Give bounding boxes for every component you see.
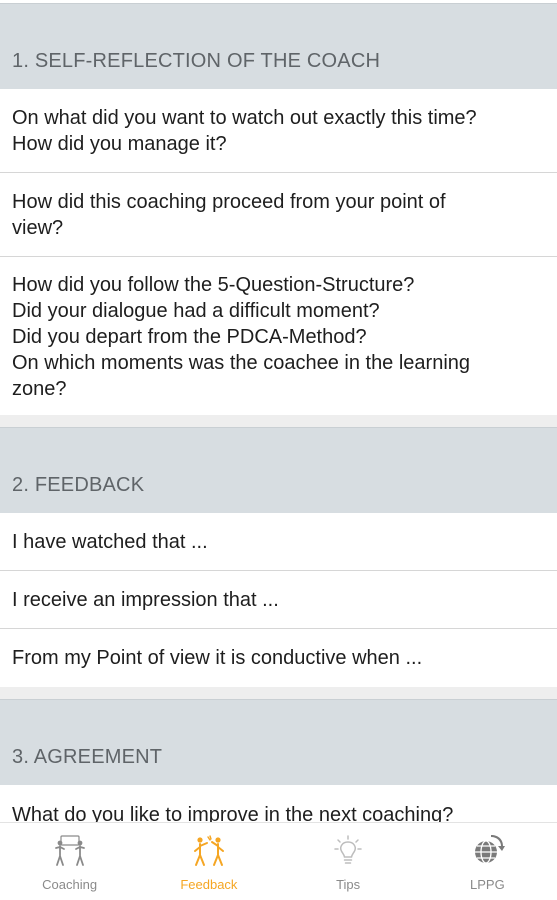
section-header-self-reflection: 1. SELF-REFLECTION OF THE COACH — [0, 3, 557, 89]
nav-label: Coaching — [42, 877, 98, 892]
list-item[interactable]: From my Point of view it is conductive w… — [0, 629, 557, 687]
list-item[interactable]: I receive an impression that ... — [0, 571, 557, 629]
item-text: What do you like to improve in the next … — [12, 804, 454, 822]
item-text: From my Point of view it is conductive w… — [12, 647, 423, 669]
section-title: 2. FEEDBACK — [12, 474, 145, 496]
bottom-navigation: Coaching Feedback Tips LPPG — [0, 822, 557, 900]
section-gap — [0, 687, 557, 699]
list-item[interactable]: What do you like to improve in the next … — [0, 785, 557, 822]
item-text: How did you follow the 5-Question-Struct… — [12, 274, 471, 400]
list-item[interactable]: On what did you want to watch out exactl… — [0, 89, 557, 173]
lightbulb-icon — [334, 835, 362, 864]
coaching-icon — [54, 835, 85, 866]
section-title: 3. AGREEMENT — [12, 746, 163, 768]
nav-item-lppg[interactable]: LPPG — [418, 823, 557, 900]
item-text: On what did you want to watch out exactl… — [12, 106, 477, 155]
app-screen: 1. SELF-REFLECTION OF THE COACH On what … — [0, 0, 557, 900]
globe-arrow-icon — [475, 835, 506, 864]
nav-label: Feedback — [180, 877, 238, 892]
feedback-list[interactable]: 1. SELF-REFLECTION OF THE COACH On what … — [0, 0, 557, 822]
list-item[interactable]: How did you follow the 5-Question-Struct… — [0, 257, 557, 415]
item-text: I receive an impression that ... — [12, 588, 279, 611]
section-header-feedback: 2. FEEDBACK — [0, 427, 557, 513]
nav-label: LPPG — [470, 877, 505, 892]
nav-item-tips[interactable]: Tips — [279, 823, 418, 900]
list-item[interactable]: How did this coaching proceed from your … — [0, 173, 557, 257]
feedback-icon — [193, 835, 224, 866]
item-text: I have watched that ... — [12, 530, 208, 553]
nav-label: Tips — [336, 877, 361, 892]
nav-item-feedback[interactable]: Feedback — [139, 823, 278, 900]
nav-item-coaching[interactable]: Coaching — [0, 823, 139, 900]
list-item[interactable]: I have watched that ... — [0, 513, 557, 571]
section-gap — [0, 415, 557, 427]
item-text: How did this coaching proceed from your … — [12, 190, 446, 239]
section-title: 1. SELF-REFLECTION OF THE COACH — [12, 50, 381, 72]
section-header-agreement: 3. AGREEMENT — [0, 699, 557, 785]
